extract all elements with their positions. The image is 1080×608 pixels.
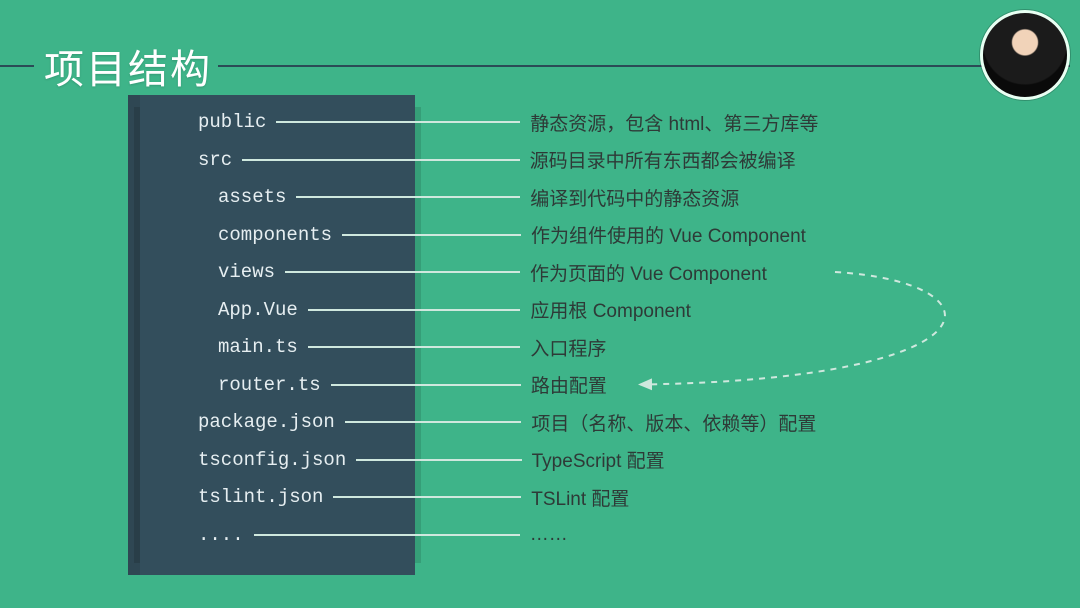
file-description: 项目（名称、版本、依赖等）配置 (531, 409, 816, 436)
structure-row: src 源码目录中所有东西都会被编译 (198, 146, 1020, 174)
file-description: 作为组件使用的 Vue Component (531, 221, 806, 248)
connector-line (242, 159, 519, 161)
connector-line (342, 234, 521, 236)
connector-line (356, 459, 521, 461)
structure-row: main.ts 入口程序 (198, 333, 1020, 361)
connector-line (285, 271, 520, 273)
slide-title: 项目结构 (34, 37, 218, 95)
rule-right (218, 65, 1070, 67)
file-name: .... (198, 524, 244, 546)
file-name: assets (198, 186, 286, 208)
file-name: App.Vue (198, 299, 298, 321)
file-description: 路由配置 (531, 371, 607, 398)
connector-line (345, 421, 522, 423)
connector-line (308, 346, 521, 348)
file-name: router.ts (198, 374, 321, 396)
connector-line (333, 496, 521, 498)
file-description: 静态资源，包含 html、第三方库等 (530, 109, 818, 136)
file-name: src (198, 149, 232, 171)
file-name: public (198, 111, 266, 133)
structure-row: tsconfig.json TypeScript 配置 (198, 446, 1020, 474)
structure-row: assets 编译到代码中的静态资源 (198, 183, 1020, 211)
title-bar: 项目结构 (0, 44, 1080, 88)
file-description: TSLint 配置 (531, 484, 629, 511)
file-name: components (198, 224, 332, 246)
file-description: …… (530, 524, 568, 546)
structure-row: router.ts 路由配置 (198, 371, 1020, 399)
structure-row: components 作为组件使用的 Vue Component (198, 221, 1020, 249)
structure-row: package.json 项目（名称、版本、依赖等）配置 (198, 408, 1020, 436)
panel-shadow (128, 95, 140, 575)
presenter-avatar (980, 10, 1070, 100)
file-description: TypeScript 配置 (532, 446, 665, 473)
file-name: views (198, 261, 275, 283)
file-description: 入口程序 (530, 334, 606, 361)
connector-line (276, 121, 520, 123)
structure-row: App.Vue 应用根 Component (198, 296, 1020, 324)
structure-row: views 作为页面的 Vue Component (198, 258, 1020, 286)
file-name: package.json (198, 411, 335, 433)
file-description: 编译到代码中的静态资源 (530, 184, 739, 211)
structure-row: .... …… (198, 521, 1020, 549)
connector-line (331, 384, 521, 386)
file-description: 作为页面的 Vue Component (530, 259, 767, 286)
file-name: main.ts (198, 336, 298, 358)
rule-left (0, 65, 34, 67)
file-description: 源码目录中所有东西都会被编译 (530, 146, 796, 173)
connector-line (308, 309, 521, 311)
connector-line (296, 196, 520, 198)
file-description: 应用根 Component (530, 296, 691, 323)
connector-line (254, 534, 520, 536)
file-name: tslint.json (198, 486, 323, 508)
structure-row: tslint.json TSLint 配置 (198, 483, 1020, 511)
file-name: tsconfig.json (198, 449, 346, 471)
structure-row: public 静态资源，包含 html、第三方库等 (198, 108, 1020, 136)
